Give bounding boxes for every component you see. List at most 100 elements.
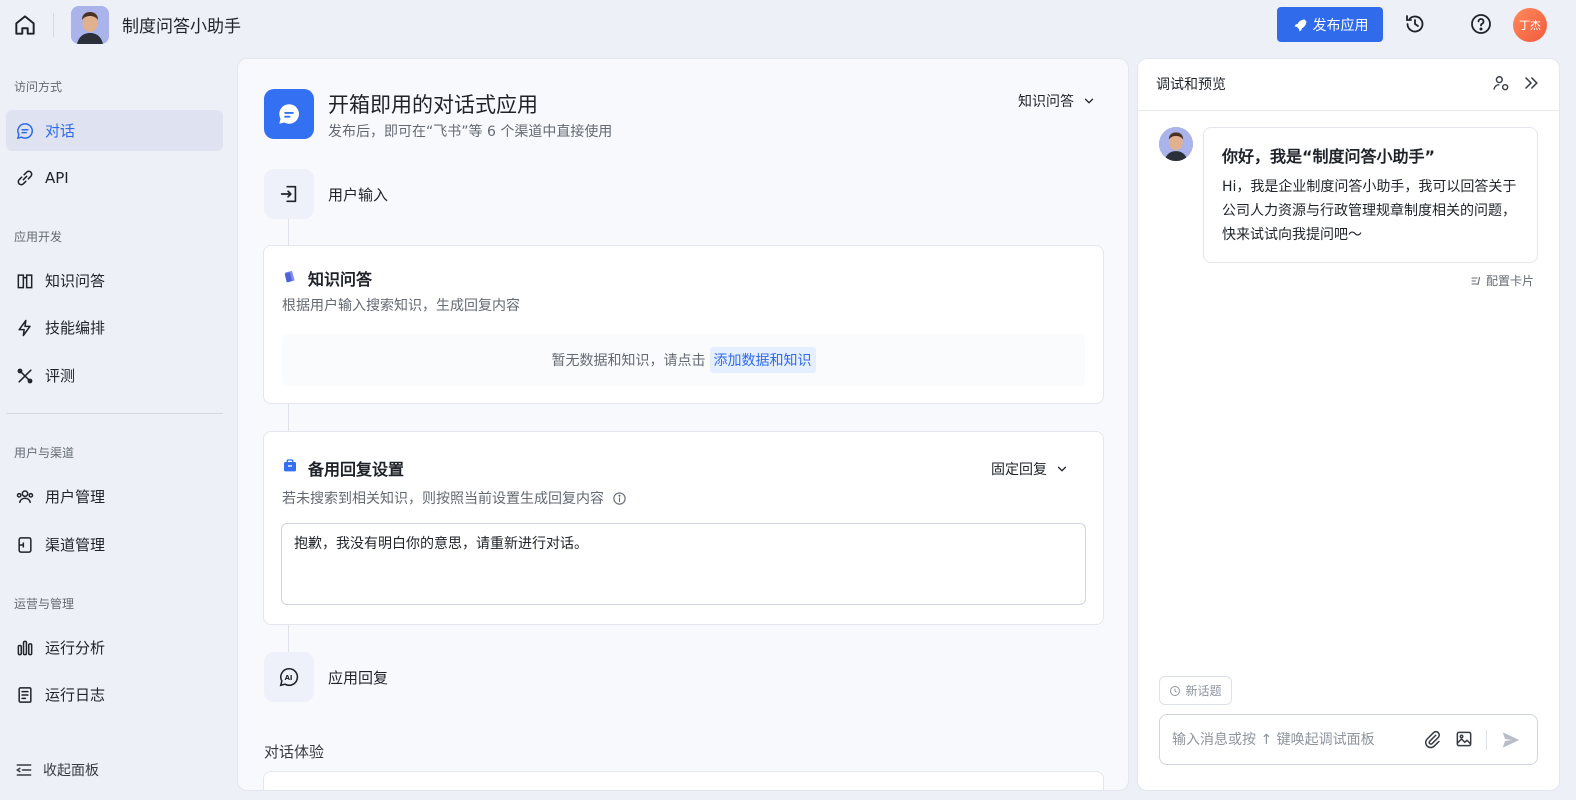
help-icon[interactable] bbox=[1469, 12, 1493, 36]
greeting-body: Hi，我是企业制度问答小助手，我可以回答关于公司人力资源与行政管理规章制度相关的… bbox=[1222, 179, 1517, 243]
bot-avatar bbox=[1159, 127, 1193, 161]
collapse-panel-button[interactable]: 收起面板 bbox=[14, 760, 99, 780]
section-users: 用户与渠道 bbox=[14, 446, 75, 460]
input-icon bbox=[280, 185, 297, 203]
empty-text: 暂无数据和知识，请点击 bbox=[551, 353, 706, 369]
app-reply-label: 应用回复 bbox=[328, 669, 389, 687]
book-icon bbox=[17, 273, 33, 288]
sidebar-item-label: 用户管理 bbox=[45, 488, 106, 506]
sidebar-item-label: 运行分析 bbox=[45, 639, 106, 657]
sidebar-item-run-analysis[interactable]: 运行分析 bbox=[6, 627, 223, 668]
app-avatar bbox=[71, 6, 109, 44]
config-card-button[interactable]: 配置卡片 bbox=[1470, 272, 1534, 289]
sidebar-item-label: 渠道管理 bbox=[45, 536, 106, 554]
collapse-label: 收起面板 bbox=[43, 763, 99, 779]
top-divider bbox=[53, 13, 54, 37]
list-icon bbox=[1471, 276, 1481, 285]
chat-icon bbox=[16, 122, 33, 139]
knowledge-desc-text: 根据用户输入搜索知识，生成回复内容 bbox=[282, 298, 520, 314]
knowledge-title: 知识问答 bbox=[308, 270, 373, 289]
user-settings-icon[interactable] bbox=[1491, 73, 1511, 93]
sidebar-item-label: 评测 bbox=[45, 367, 76, 385]
user-input-label: 用户输入 bbox=[328, 186, 389, 204]
send-icon[interactable] bbox=[1500, 729, 1522, 751]
knowledge-card: 知识问答 根据用户输入搜索知识，生成回复内容 暂无数据和知识，请点击 添加数据和… bbox=[263, 245, 1104, 404]
preview-panel: 调试和预览 你好，我是“制度问答小助手” Hi，我是企业制度问答小助手，我可以回… bbox=[1137, 58, 1560, 791]
flow-connector bbox=[288, 404, 289, 431]
preview-title: 调试和预览 bbox=[1156, 77, 1226, 93]
app-reply-node: AI bbox=[264, 652, 314, 702]
new-topic-label: 新话题 bbox=[1185, 684, 1222, 698]
svg-text:AI: AI bbox=[285, 674, 293, 682]
fallback-mode-value: 固定回复 bbox=[991, 462, 1047, 478]
fallback-mode-select[interactable]: 固定回复 bbox=[991, 459, 1069, 479]
channel-icon bbox=[18, 536, 32, 553]
image-icon[interactable] bbox=[1454, 729, 1474, 749]
app-mode-value: 知识问答 bbox=[1018, 94, 1074, 110]
experience-card bbox=[263, 771, 1104, 790]
chevron-down-icon bbox=[1057, 466, 1067, 472]
app-title: 制度问答小助手 bbox=[122, 17, 241, 37]
sidebar-item-label: 运行日志 bbox=[45, 686, 106, 704]
config-card-label: 配置卡片 bbox=[1485, 274, 1534, 288]
sidebar-item-skills[interactable]: 技能编排 bbox=[6, 307, 223, 348]
fallback-title: 备用回复设置 bbox=[308, 460, 405, 479]
attachment-icon[interactable] bbox=[1422, 729, 1442, 749]
sidebar-item-api[interactable]: API bbox=[6, 157, 223, 198]
sidebar-item-user-management[interactable]: 用户管理 bbox=[6, 476, 223, 517]
knowledge-empty-state: 暂无数据和知识，请点击 添加数据和知识 bbox=[282, 334, 1085, 386]
page-title: 开箱即用的对话式应用 bbox=[328, 93, 538, 117]
history-icon[interactable] bbox=[1403, 12, 1427, 36]
main-panel: 开箱即用的对话式应用 发布后，即可在“飞书”等 6 个渠道中直接使用 知识问答 … bbox=[237, 58, 1129, 791]
fallback-reply-textarea[interactable]: 抱歉，我没有明白你的意思，请重新进行对话。 bbox=[281, 523, 1086, 605]
sidebar-item-chat[interactable]: 对话 bbox=[6, 110, 223, 151]
rocket-icon bbox=[1294, 19, 1306, 32]
experience-label: 对话体验 bbox=[264, 743, 325, 761]
greeting-title: 你好，我是“制度问答小助手” bbox=[1222, 147, 1436, 166]
flow-connector bbox=[288, 625, 289, 652]
send-divider bbox=[1486, 730, 1487, 750]
users-icon bbox=[16, 489, 34, 503]
info-icon[interactable] bbox=[612, 491, 627, 506]
fallback-desc-text: 若未搜索到相关知识，则按照当前设置生成回复内容 bbox=[282, 491, 604, 507]
sidebar-item-evaluation[interactable]: 评测 bbox=[6, 355, 223, 396]
chevron-down-icon bbox=[1084, 98, 1094, 104]
sidebar-item-label: 对话 bbox=[45, 122, 76, 140]
flow-connector bbox=[288, 219, 289, 245]
sidebar-item-knowledge[interactable]: 知识问答 bbox=[6, 260, 223, 301]
sidebar-item-run-log[interactable]: 运行日志 bbox=[6, 674, 223, 715]
fallback-card: 备用回复设置 固定回复 若未搜索到相关知识，则按照当前设置生成回复内容 抱歉，我… bbox=[263, 431, 1104, 625]
fallback-desc: 若未搜索到相关知识，则按照当前设置生成回复内容 bbox=[282, 488, 627, 508]
new-topic-button[interactable]: 新话题 bbox=[1159, 676, 1232, 705]
preview-divider bbox=[1138, 110, 1559, 111]
briefcase-icon bbox=[284, 459, 296, 472]
top-bar: 制度问答小助手 发布应用 丁杰 bbox=[0, 0, 1576, 50]
add-knowledge-link[interactable]: 添加数据和知识 bbox=[709, 347, 816, 373]
app-mode-select[interactable]: 知识问答 bbox=[1018, 91, 1096, 111]
ai-icon: AI bbox=[279, 667, 299, 687]
publish-button[interactable]: 发布应用 bbox=[1277, 7, 1383, 42]
preview-actions bbox=[1491, 73, 1541, 93]
collapse-icon bbox=[15, 764, 32, 776]
section-access: 访问方式 bbox=[14, 80, 63, 94]
sidebar-item-channel-management[interactable]: 渠道管理 bbox=[6, 524, 223, 565]
knowledge-icon bbox=[284, 271, 295, 283]
expand-right-icon[interactable] bbox=[1521, 73, 1541, 93]
bar-chart-icon bbox=[17, 640, 33, 655]
api-link-icon bbox=[17, 170, 33, 185]
page-subtitle: 发布后，即可在“飞书”等 6 个渠道中直接使用 bbox=[328, 124, 613, 140]
chat-input-box bbox=[1159, 714, 1538, 765]
tools-icon bbox=[17, 368, 33, 383]
app-type-icon bbox=[264, 89, 314, 139]
home-icon[interactable] bbox=[12, 12, 38, 38]
new-topic-icon bbox=[1170, 685, 1181, 696]
user-avatar[interactable]: 丁杰 bbox=[1513, 8, 1547, 42]
sidebar-item-label: API bbox=[45, 168, 69, 187]
lightning-icon bbox=[18, 319, 31, 336]
chat-input[interactable] bbox=[1172, 729, 1417, 751]
publish-label: 发布应用 bbox=[1312, 17, 1369, 34]
chat-bubble-icon bbox=[279, 104, 299, 124]
sidebar-item-label: 知识问答 bbox=[45, 272, 106, 290]
sidebar-item-label: 技能编排 bbox=[45, 319, 106, 337]
log-icon bbox=[18, 686, 32, 703]
